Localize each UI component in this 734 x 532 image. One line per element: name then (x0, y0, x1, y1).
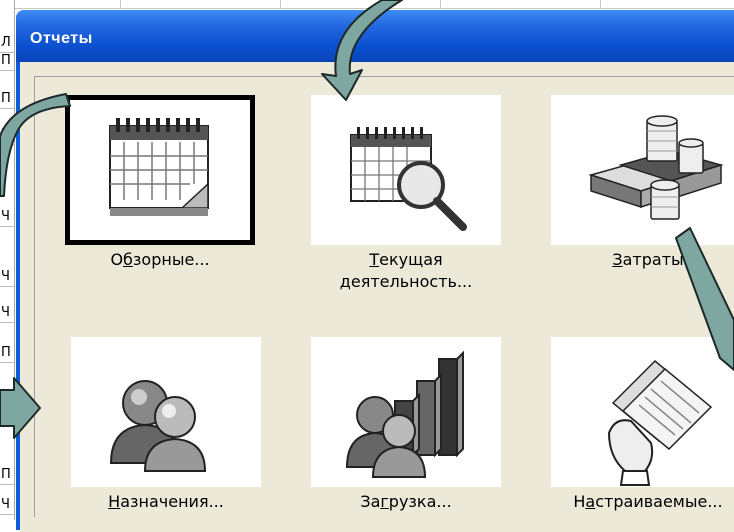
calendar-magnifier-icon (350, 127, 467, 231)
spreadsheet-first-column: Л П П П Ч Ч Ч П П Ч (0, 0, 15, 520)
label-text: За (360, 492, 381, 511)
dialog-client-area: Обзорные... Текущая деятельность... Затр… (20, 62, 734, 532)
spreadsheet-cell: П (0, 90, 14, 109)
label-text: азначения... (120, 492, 224, 511)
report-label-current-activity: Текущая деятельность... (281, 249, 531, 293)
report-tile-costs[interactable] (551, 95, 734, 245)
label-accelerator: а (585, 492, 596, 511)
label-text: зорные... (132, 250, 210, 269)
spreadsheet-cell: П (0, 344, 14, 363)
label-text: страиваемые... (595, 492, 723, 511)
label-text: екущая (379, 250, 443, 269)
report-label-assignments: Назначения... (41, 491, 291, 513)
label-accelerator: З (612, 250, 623, 269)
people-chart-icon (345, 350, 464, 478)
label-text: рузка... (388, 492, 452, 511)
report-tile-assignments[interactable] (71, 337, 261, 487)
dialog-titlebar[interactable]: Отчеты (16, 10, 734, 62)
hand-document-icon (607, 359, 713, 486)
spreadsheet-cell: Ч (0, 496, 14, 515)
report-label-workload: Загрузка... (281, 491, 531, 513)
report-categories-panel: Обзорные... Текущая деятельность... Затр… (34, 76, 734, 517)
report-tile-workload[interactable] (311, 337, 501, 487)
spreadsheet-cell: П (0, 126, 14, 145)
label-text-line2: деятельность... (339, 272, 473, 291)
report-label-custom: Настраиваемые... (523, 491, 734, 513)
report-tile-custom[interactable] (551, 337, 734, 487)
label-text: атраты (622, 250, 684, 269)
spreadsheet-cell: П (0, 466, 14, 485)
spreadsheet-cell: П (0, 52, 14, 71)
report-label-costs: Затраты (523, 249, 734, 271)
dialog-title: Отчеты (30, 30, 93, 47)
spreadsheet-cell: Ч (0, 268, 14, 287)
report-tile-current-activity[interactable] (311, 95, 501, 245)
label-accelerator: Т (369, 250, 380, 269)
reports-dialog: Отчеты Обзорные... Текущая деятельность.… (16, 10, 734, 532)
spreadsheet-header-strip (0, 0, 734, 9)
calendar-icon (109, 118, 209, 216)
spreadsheet-cell: Ч (0, 208, 14, 227)
report-tile-overview[interactable] (65, 95, 255, 245)
label-text: Н (573, 492, 586, 511)
people-icon (109, 380, 207, 472)
spreadsheet-cell: Л (0, 34, 14, 53)
money-stacks-icon (588, 115, 724, 220)
label-text: О (110, 250, 124, 269)
label-accelerator: Н (108, 492, 121, 511)
spreadsheet-cell: Ч (0, 304, 14, 323)
report-label-overview: Обзорные... (35, 249, 285, 271)
label-accelerator: б (123, 250, 133, 269)
label-accelerator: г (380, 492, 389, 511)
